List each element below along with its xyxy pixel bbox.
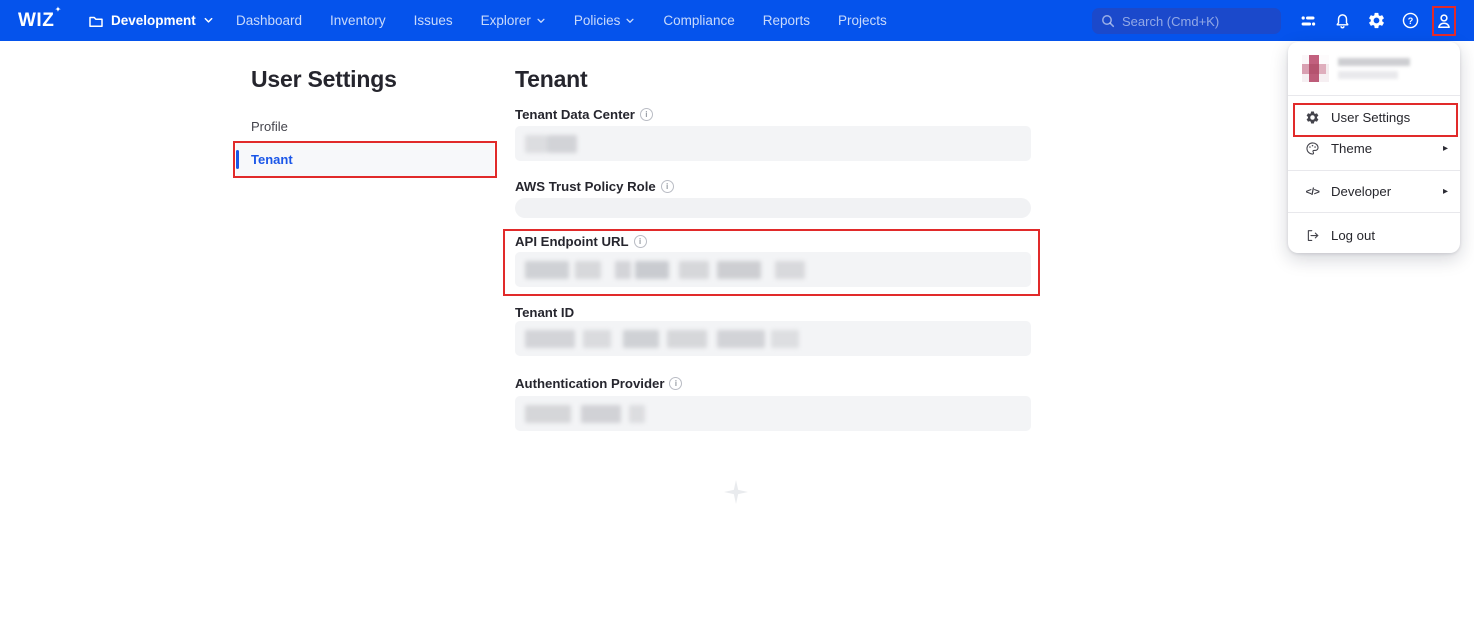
nav-item-inventory[interactable]: Inventory	[330, 13, 386, 28]
user-icon	[1434, 11, 1454, 31]
nav-item-projects[interactable]: Projects	[838, 13, 887, 28]
global-search[interactable]	[1092, 8, 1281, 34]
info-icon[interactable]: i	[634, 235, 647, 248]
field-label-tenant-id: Tenant ID	[515, 305, 574, 320]
field-api-endpoint-url[interactable]	[515, 252, 1031, 287]
menu-item-label: User Settings	[1331, 110, 1410, 125]
user-info-row	[1288, 42, 1460, 95]
menu-item-user-settings[interactable]: User Settings	[1288, 102, 1460, 133]
field-label-aws-trust-policy-role: AWS Trust Policy Role i	[515, 179, 674, 194]
tenant-panel-title: Tenant	[515, 66, 587, 93]
field-authentication-provider[interactable]	[515, 396, 1031, 431]
menu-item-label: Theme	[1331, 141, 1433, 156]
nav-item-compliance[interactable]: Compliance	[663, 13, 734, 28]
user-menu-button[interactable]	[1433, 10, 1455, 32]
nav-item-dashboard[interactable]: Dashboard	[236, 13, 302, 28]
wiz-logo[interactable]: WIZ ✦	[18, 0, 54, 41]
sidebar-item-profile[interactable]: Profile	[236, 110, 494, 143]
field-label-tenant-data-center: Tenant Data Center i	[515, 107, 653, 122]
svg-text:?: ?	[1407, 16, 1413, 26]
menu-item-label: Developer	[1331, 184, 1433, 199]
field-label-api-endpoint-url: API Endpoint URL i	[515, 234, 647, 249]
info-icon[interactable]: i	[669, 377, 682, 390]
feed-icon	[1298, 11, 1318, 31]
nav-item-issues[interactable]: Issues	[414, 13, 453, 28]
folder-icon	[88, 13, 104, 29]
redacted-user-name	[1338, 58, 1410, 79]
chevron-down-icon	[536, 16, 546, 26]
topbar-icons: ?	[1297, 0, 1455, 41]
info-icon[interactable]: i	[640, 108, 653, 121]
sidebar-item-tenant[interactable]: Tenant	[236, 143, 494, 176]
chevron-down-icon	[625, 16, 635, 26]
menu-item-theme[interactable]: Theme ▸	[1288, 133, 1460, 164]
submenu-arrow-icon: ▸	[1443, 186, 1448, 197]
notifications-button[interactable]	[1331, 10, 1353, 32]
user-settings-title: User Settings	[251, 66, 397, 93]
chevron-down-icon	[203, 15, 214, 26]
info-icon[interactable]: i	[661, 180, 674, 193]
top-navigation-bar: WIZ ✦ Development Dashboard Inventory Is…	[0, 0, 1474, 41]
user-dropdown-menu: User Settings Theme ▸ </> Developer ▸ Lo…	[1288, 42, 1460, 253]
field-aws-trust-policy-role[interactable]	[515, 198, 1031, 218]
redacted-value	[525, 330, 799, 348]
menu-item-developer[interactable]: </> Developer ▸	[1288, 176, 1460, 207]
redacted-value	[525, 135, 577, 153]
field-tenant-data-center[interactable]	[515, 126, 1031, 161]
avatar	[1302, 55, 1329, 82]
help-button[interactable]: ?	[1399, 10, 1421, 32]
help-icon: ?	[1401, 11, 1420, 30]
sidebar-item-label: Tenant	[251, 152, 293, 167]
wiz-logo-text: WIZ	[18, 10, 54, 32]
settings-button[interactable]	[1365, 10, 1387, 32]
project-selector-label: Development	[111, 13, 196, 28]
nav-item-explorer[interactable]: Explorer	[481, 13, 546, 28]
search-icon	[1101, 14, 1115, 28]
code-icon: </>	[1304, 186, 1321, 198]
selected-indicator	[236, 150, 239, 169]
palette-icon	[1304, 141, 1321, 156]
field-tenant-id[interactable]	[515, 321, 1031, 356]
logout-icon	[1304, 228, 1321, 243]
menu-item-logout[interactable]: Log out	[1288, 220, 1460, 251]
logo-sparkle-icon: ✦	[55, 6, 62, 14]
gear-icon	[1367, 11, 1386, 30]
menu-item-label: Log out	[1331, 228, 1375, 243]
nav-item-policies[interactable]: Policies	[574, 13, 636, 28]
field-label-authentication-provider: Authentication Provider i	[515, 376, 682, 391]
submenu-arrow-icon: ▸	[1443, 143, 1448, 154]
project-selector[interactable]: Development	[88, 0, 214, 41]
feed-button[interactable]	[1297, 10, 1319, 32]
sidebar-item-label: Profile	[251, 119, 288, 134]
gear-icon	[1304, 110, 1321, 125]
sparkle-watermark-icon	[724, 480, 748, 504]
bell-icon	[1333, 11, 1352, 30]
search-input[interactable]	[1122, 14, 1272, 29]
nav-item-reports[interactable]: Reports	[763, 13, 810, 28]
main-nav: Dashboard Inventory Issues Explorer Poli…	[236, 0, 887, 41]
redacted-value	[525, 261, 805, 279]
redacted-value	[525, 405, 645, 423]
